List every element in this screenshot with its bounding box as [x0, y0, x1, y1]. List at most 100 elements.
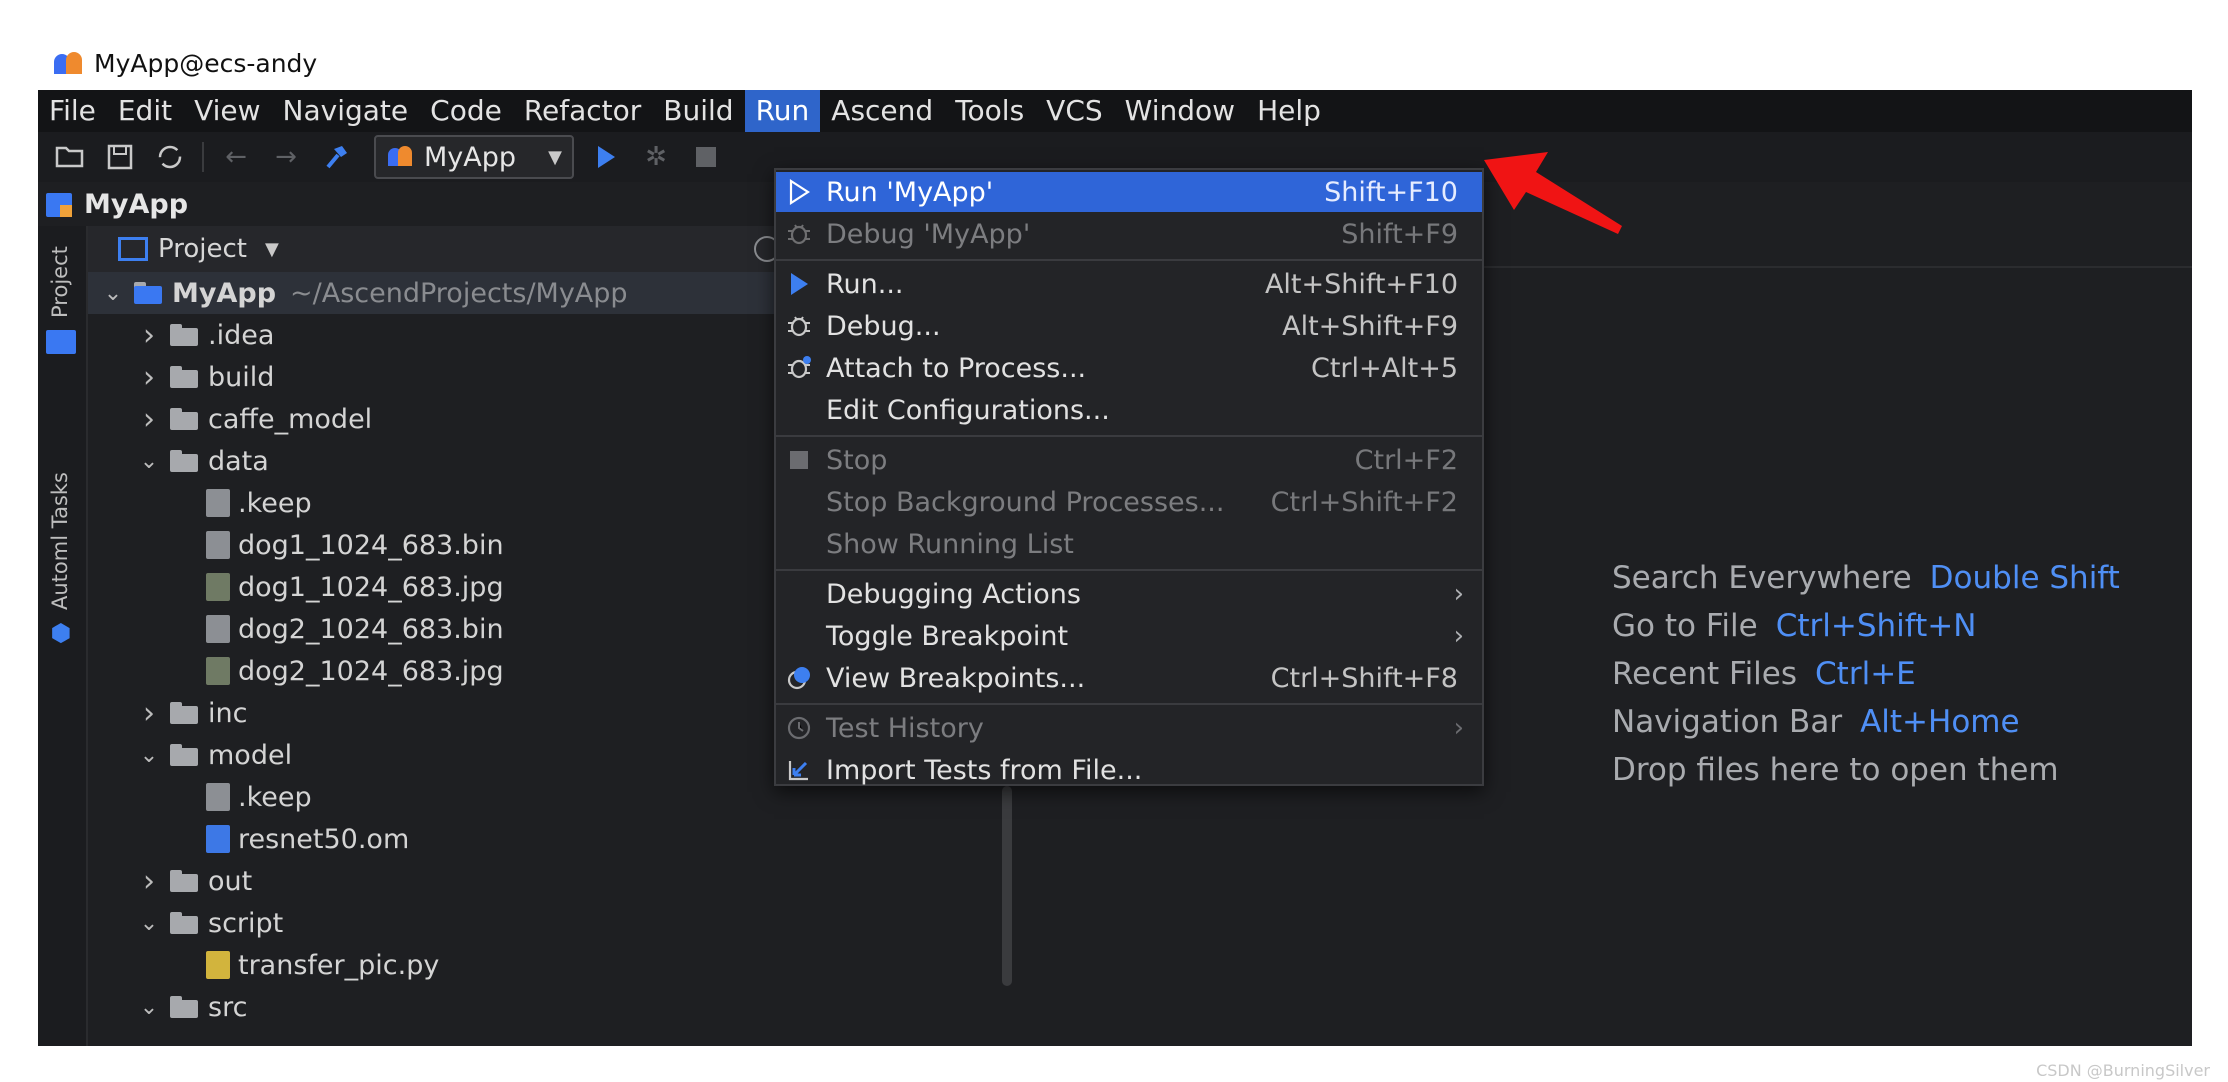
run-menu-item-debugging-actions[interactable]: Debugging Actions ›: [776, 574, 1482, 614]
tree-item[interactable]: resnet50.om: [88, 818, 1018, 860]
chevron-down-icon[interactable]: ⌄: [136, 449, 162, 474]
run-menu-item-label: Stop: [826, 444, 888, 476]
bug-icon: [784, 311, 814, 341]
chevron-right-icon[interactable]: ›: [136, 696, 162, 731]
automl-tasks-side-tab[interactable]: Automl Tasks: [48, 472, 72, 610]
chevron-down-icon[interactable]: ⌄: [136, 911, 162, 936]
run-menu-item-attach-to-process[interactable]: Attach to Process... Ctrl+Alt+5: [776, 348, 1482, 388]
menu-help[interactable]: Help: [1246, 90, 1332, 132]
run-menu-item-label: Test History: [826, 712, 984, 744]
menu-window[interactable]: Window: [1114, 90, 1246, 132]
chevron-right-icon: ›: [1453, 621, 1464, 651]
chevron-down-icon: ▼: [548, 146, 562, 168]
menu-bar: File Edit View Navigate Code Refactor Build Run…: [38, 90, 2192, 132]
unknown-file-icon: [206, 783, 230, 811]
run-icon[interactable]: [588, 139, 624, 175]
run-config-selector[interactable]: MyApp ▼: [374, 135, 574, 179]
chevron-down-icon[interactable]: ⌄: [136, 743, 162, 768]
chevron-down-icon[interactable]: ⌄: [100, 281, 126, 306]
run-menu-item-label: Import Tests from File...: [826, 754, 1143, 786]
attach-bug-icon: [784, 353, 814, 383]
chevron-right-icon: ›: [1453, 579, 1464, 609]
menu-refactor[interactable]: Refactor: [513, 90, 652, 132]
open-folder-icon[interactable]: [52, 139, 88, 175]
menu-run[interactable]: Run: [744, 90, 821, 132]
editor-hint: Search Everywhere Double Shift: [1612, 560, 2120, 596]
tree-scrollbar[interactable]: [1002, 786, 1012, 986]
run-menu-item-edit-configurations[interactable]: Edit Configurations...: [776, 390, 1482, 430]
folder-icon: [170, 912, 200, 934]
menu-edit[interactable]: Edit: [107, 90, 183, 132]
save-icon[interactable]: [102, 139, 138, 175]
tree-item[interactable]: transfer_pic.py: [88, 944, 1018, 986]
hint-shortcut: Ctrl+Shift+N: [1775, 608, 1977, 644]
editor-hint: Recent Files Ctrl+E: [1612, 656, 1916, 692]
menu-ascend[interactable]: Ascend: [820, 90, 944, 132]
bug-icon: [784, 219, 814, 249]
blank-icon-slot: [784, 395, 814, 425]
image-file-icon: [206, 657, 230, 685]
tree-item[interactable]: ⌄ src: [88, 986, 1018, 1028]
run-menu-item-toggle-breakpoint[interactable]: Toggle Breakpoint ›: [776, 616, 1482, 656]
run-config-label: MyApp: [424, 141, 517, 173]
forward-arrow-icon[interactable]: →: [268, 139, 304, 175]
run-menu-item-debug[interactable]: Debug... Alt+Shift+F9: [776, 306, 1482, 346]
chevron-down-icon[interactable]: ⌄: [136, 995, 162, 1020]
chevron-right-icon[interactable]: ›: [136, 864, 162, 899]
run-menu-item-label: Show Running List: [826, 528, 1074, 560]
tree-item[interactable]: › out: [88, 860, 1018, 902]
menu-code[interactable]: Code: [419, 90, 513, 132]
run-menu-item-shortcut: Alt+Shift+F10: [1264, 268, 1458, 300]
tree-item-label: out: [208, 865, 253, 897]
hint-shortcut: Alt+Home: [1860, 704, 2020, 740]
stop-icon[interactable]: [688, 139, 724, 175]
hint-label: Navigation Bar: [1612, 704, 1843, 740]
run-menu-item-shortcut: Ctrl+F2: [1354, 444, 1458, 476]
python-file-icon: [206, 951, 230, 979]
chevron-right-icon: ›: [1453, 713, 1464, 743]
run-menu-item-view-breakpoints[interactable]: View Breakpoints... Ctrl+Shift+F8: [776, 658, 1482, 698]
menu-tools[interactable]: Tools: [944, 90, 1035, 132]
run-menu-item-label: Run...: [826, 268, 904, 300]
nav-project-name[interactable]: MyApp: [84, 189, 188, 220]
window-title: MyApp@ecs-andy: [94, 48, 318, 78]
chevron-right-icon[interactable]: ›: [136, 318, 162, 353]
tree-item-label: transfer_pic.py: [238, 949, 440, 981]
run-menu-item-import-tests-from-file[interactable]: Import Tests from File...: [776, 750, 1482, 790]
run-menu-item-shortcut: Shift+F9: [1341, 218, 1458, 250]
menu-separator: [776, 259, 1482, 261]
run-menu-item-stop-background-processes: Stop Background Processes... Ctrl+Shift+F…: [776, 482, 1482, 522]
folder-icon: [170, 450, 200, 472]
hint-label: Go to File: [1612, 608, 1758, 644]
menu-navigate[interactable]: Navigate: [272, 90, 420, 132]
chevron-right-icon[interactable]: ›: [136, 402, 162, 437]
chevron-right-icon[interactable]: ›: [136, 360, 162, 395]
tree-item-label: build: [208, 361, 275, 393]
run-menu-item-run-myapp[interactable]: Run 'MyApp' Shift+F10: [776, 172, 1482, 212]
blank-icon-slot: [784, 487, 814, 517]
debug-bug-icon[interactable]: ✲: [638, 139, 674, 175]
run-menu-item-label: Attach to Process...: [826, 352, 1087, 384]
folder-icon: [170, 324, 200, 346]
project-side-tab[interactable]: Project: [48, 246, 72, 318]
sync-icon[interactable]: [152, 139, 188, 175]
menu-file[interactable]: File: [38, 90, 107, 132]
menu-build[interactable]: Build: [652, 90, 744, 132]
menu-view[interactable]: View: [183, 90, 271, 132]
run-menu-item-label: Toggle Breakpoint: [826, 620, 1069, 652]
folder-icon: [170, 366, 200, 388]
left-tool-strip: Project Automl Tasks ⬢: [38, 226, 88, 1046]
toolbar-separator: [202, 142, 204, 172]
tree-item[interactable]: ⌄ script: [88, 902, 1018, 944]
folder-icon: [170, 870, 200, 892]
build-hammer-icon[interactable]: [318, 139, 354, 175]
chevron-down-icon[interactable]: ▼: [265, 239, 279, 260]
menu-vcs[interactable]: VCS: [1035, 90, 1113, 132]
run-menu-item-label: Debugging Actions: [826, 578, 1081, 610]
back-arrow-icon[interactable]: ←: [218, 139, 254, 175]
project-view-label[interactable]: Project: [158, 234, 247, 264]
hint-label: Search Everywhere: [1612, 560, 1912, 596]
tree-item-label: .keep: [238, 487, 312, 519]
unknown-file-icon: [206, 615, 230, 643]
run-menu-item-run[interactable]: Run... Alt+Shift+F10: [776, 264, 1482, 304]
